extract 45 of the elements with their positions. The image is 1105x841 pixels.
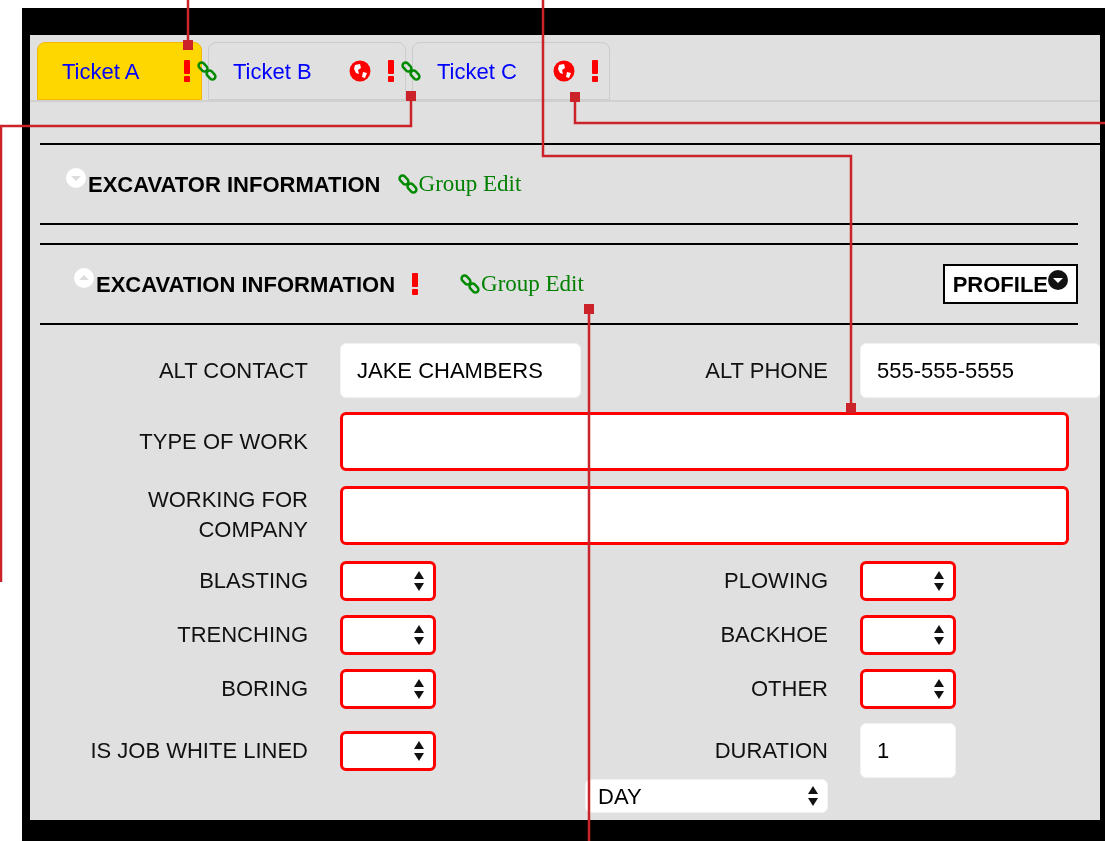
section-title: EXCAVATOR INFORMATION: [88, 170, 381, 199]
tab[interactable]: Ticket C: [412, 42, 610, 100]
group-edit-link[interactable]: Group Edit: [396, 166, 522, 202]
link-icon: [396, 173, 419, 195]
input-field[interactable]: 555-555-5555: [860, 343, 1100, 398]
updown-icon: [413, 678, 425, 700]
select-field[interactable]: [340, 669, 436, 709]
group-edit-link[interactable]: Group Edit: [459, 266, 584, 302]
unit-select[interactable]: DAY: [585, 779, 828, 813]
select-field[interactable]: [340, 615, 436, 655]
field-label: ALT PHONE: [704, 356, 828, 385]
field-label: TYPE OF WORK: [138, 427, 308, 456]
caret-icon: [1048, 270, 1068, 290]
field-label: BACKHOE: [719, 621, 828, 649]
select-field[interactable]: [860, 561, 956, 601]
updown-icon: [933, 678, 945, 700]
field-label: BLASTING: [198, 567, 308, 595]
field-label: BORING: [220, 675, 308, 703]
select-field[interactable]: [860, 615, 956, 655]
leader-line: [183, 0, 193, 50]
input-field[interactable]: [340, 485, 1069, 545]
field-label: PLOWING: [723, 567, 828, 595]
input-field[interactable]: [340, 412, 1069, 471]
select-field[interactable]: [340, 561, 436, 601]
profile-button[interactable]: PROFILE: [942, 264, 1078, 304]
field-label: DURATION: [713, 736, 828, 765]
link-icon: [459, 273, 482, 295]
input-field[interactable]: JAKE CHAMBERS: [340, 343, 581, 398]
section-title: EXCAVATION INFORMATION: [96, 270, 396, 299]
select-field[interactable]: [860, 669, 956, 709]
field-label: OTHER: [750, 675, 828, 703]
updown-icon: [413, 739, 425, 762]
field-label: WORKING FOR COMPANY: [146, 486, 308, 544]
field-label: IS JOB WHITE LINED: [89, 736, 308, 765]
updown-icon: [413, 570, 425, 592]
input-field[interactable]: 1: [860, 723, 956, 778]
updown-icon: [933, 570, 945, 592]
updown-icon: [933, 624, 945, 646]
tab[interactable]: Ticket A: [37, 42, 202, 100]
updown-icon: [413, 624, 425, 646]
updown-icon: [807, 785, 819, 807]
field-label: ALT CONTACT: [157, 356, 308, 385]
tab[interactable]: Ticket B: [208, 42, 406, 100]
select-field[interactable]: [340, 730, 436, 771]
field-label: TRENCHING: [176, 621, 308, 649]
